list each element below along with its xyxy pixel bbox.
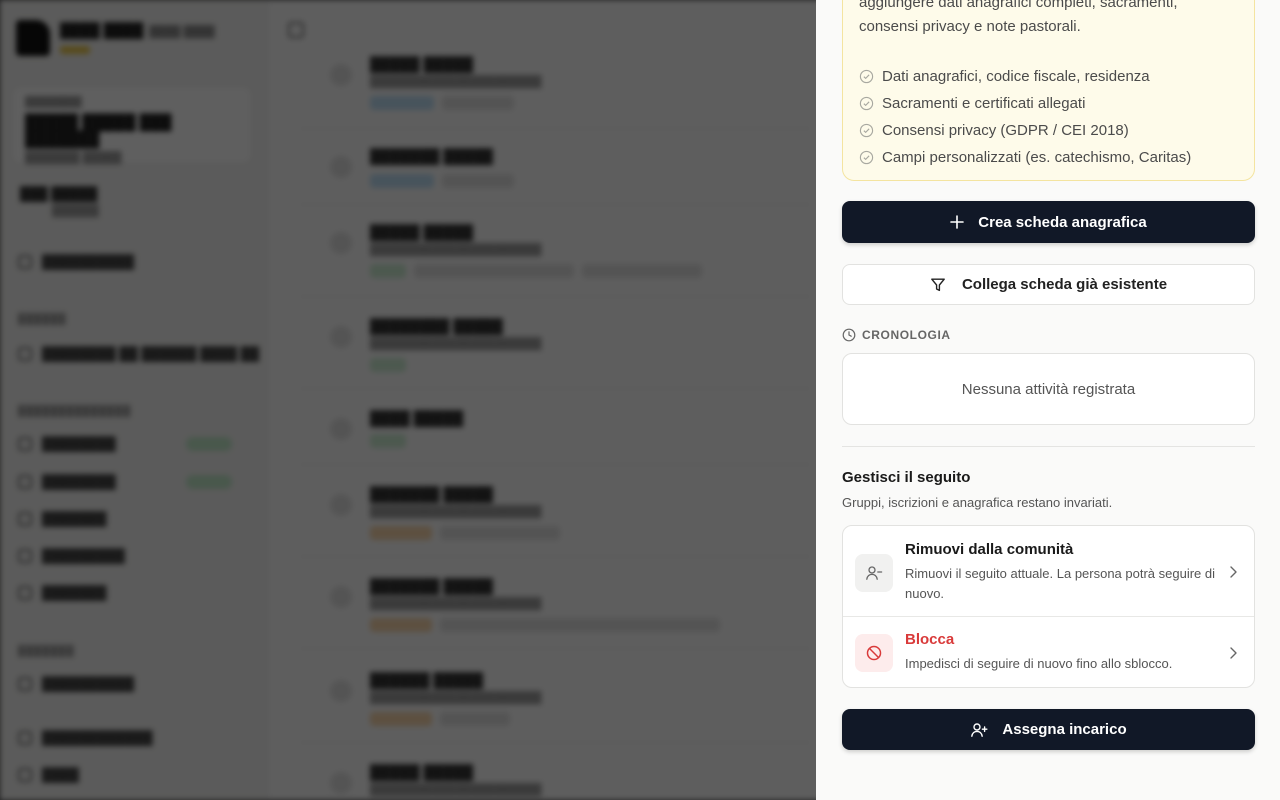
feature-item: Dati anagrafici, codice fiscale, residen… [859,63,1191,90]
feature-item: Consensi privacy (GDPR / CEI 2018) [859,117,1191,144]
create-registry-label: Crea scheda anagrafica [978,213,1147,231]
remove-action-description: Rimuovi il seguito attuale. La persona p… [905,566,1216,601]
feature-label: Sacramenti e certificati allegati [882,95,1086,112]
user-plus-icon [971,722,988,737]
manage-following-title: Gestisci il seguito [842,469,971,486]
check-circle-icon [859,150,874,165]
following-actions: Rimuovi dalla comunità Rimuovi il seguit… [842,525,1255,688]
assign-role-button[interactable]: Assegna incarico [842,709,1255,750]
remove-from-community-action[interactable]: Rimuovi dalla comunità Rimuovi il seguit… [843,526,1254,617]
ban-icon [855,634,893,672]
registry-info-card: aggiungere dati anagrafici completi, sac… [842,0,1255,181]
assign-role-label: Assegna incarico [1002,721,1127,738]
check-circle-icon [859,69,874,84]
feature-label: Campi personalizzati (es. catechismo, Ca… [882,149,1192,166]
feature-label: Consensi privacy (GDPR / CEI 2018) [882,122,1129,139]
feature-item: Sacramenti e certificati allegati [859,90,1191,117]
create-registry-button[interactable]: Crea scheda anagrafica [842,201,1255,243]
block-action-description: Impedisci di seguire di nuovo fino allo … [905,656,1173,671]
feature-item: Campi personalizzati (es. catechismo, Ca… [859,144,1191,171]
history-empty-text: Nessuna attività registrata [961,380,1136,398]
chevron-right-icon [1230,647,1237,659]
remove-action-title: Rimuovi dalla comunità [905,541,1074,558]
user-minus-icon [855,554,893,592]
check-circle-icon [859,123,874,138]
history-section-label: CRONOLOGIA [842,328,951,342]
filter-icon [931,278,945,291]
check-circle-icon [859,96,874,111]
link-existing-registry-button[interactable]: Collega scheda già esistente [842,264,1255,305]
info-description: aggiungere dati anagrafici completi, sac… [859,0,1178,35]
clock-icon [842,328,856,342]
section-divider [842,446,1255,447]
plus-icon [950,215,965,229]
feature-list: Dati anagrafici, codice fiscale, residen… [859,63,1191,171]
block-action-title: Blocca [905,631,955,648]
history-empty-state: Nessuna attività registrata [842,353,1255,425]
history-label: CRONOLOGIA [862,328,951,342]
block-action[interactable]: Blocca Impedisci di seguire di nuovo fin… [843,617,1254,687]
feature-label: Dati anagrafici, codice fiscale, residen… [882,68,1150,85]
manage-following-subtitle: Gruppi, iscrizioni e anagrafica restano … [842,495,1113,510]
link-existing-label: Collega scheda già esistente [961,276,1168,293]
chevron-right-icon [1230,566,1237,578]
